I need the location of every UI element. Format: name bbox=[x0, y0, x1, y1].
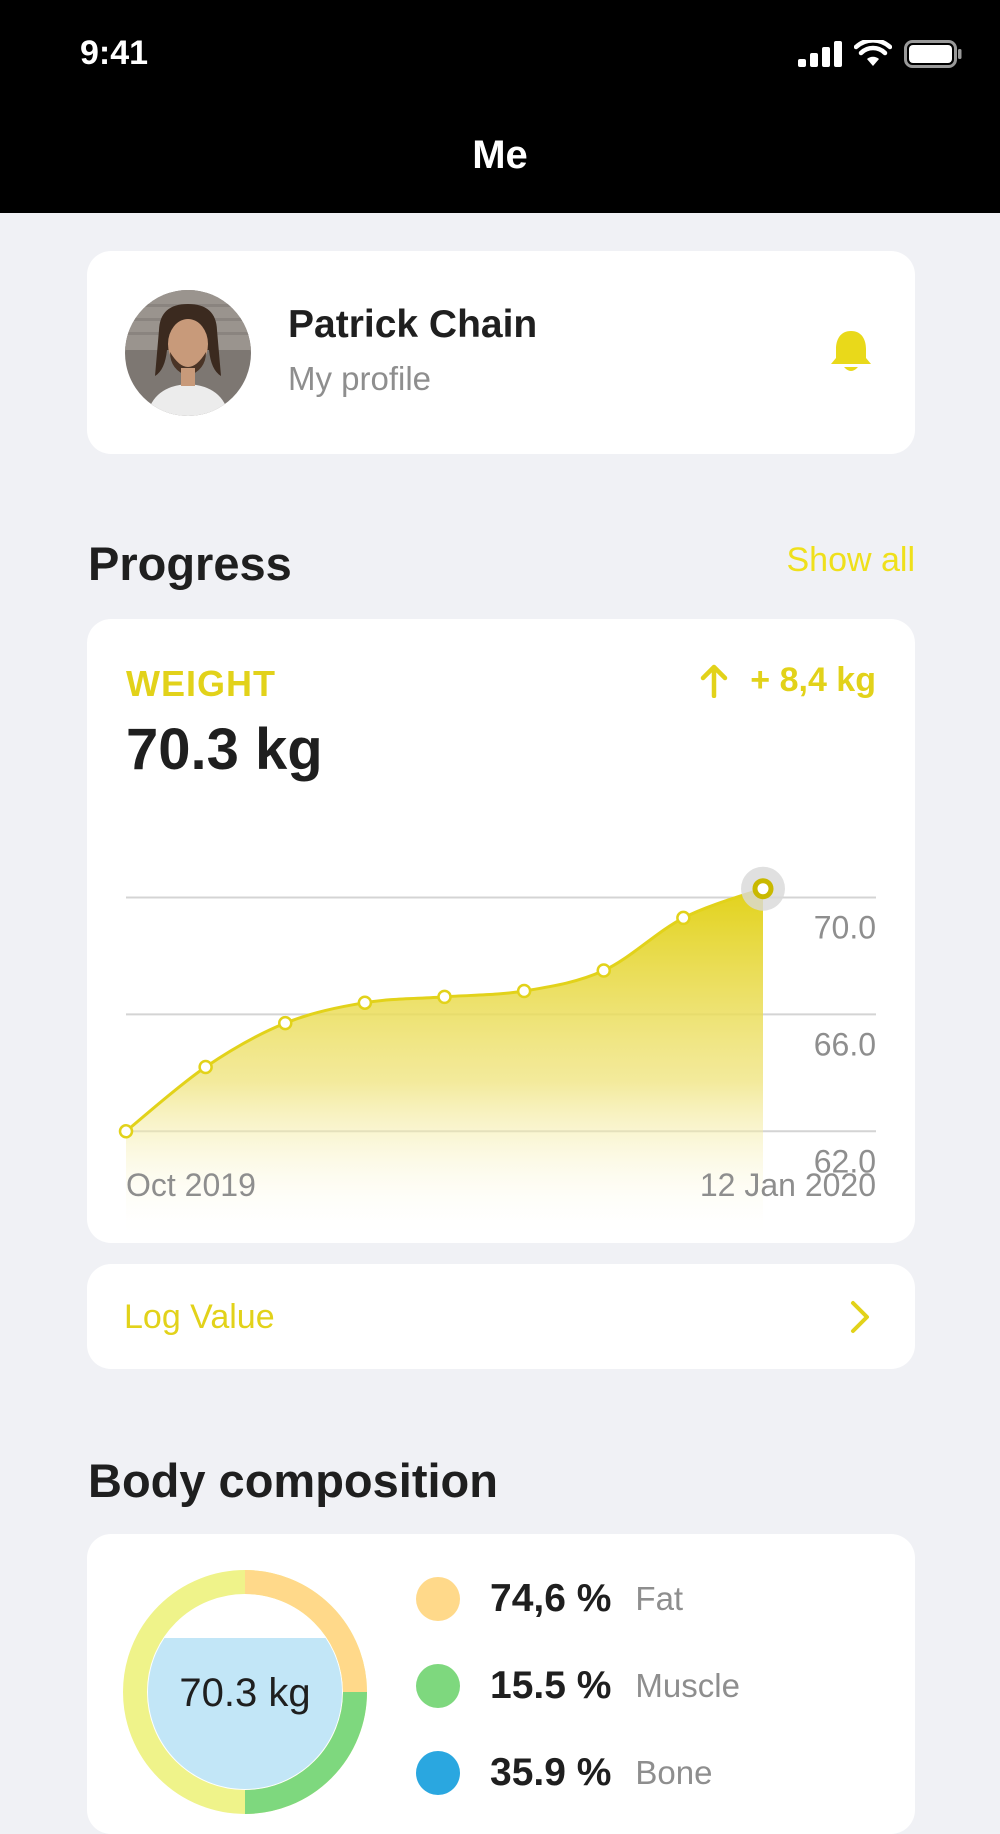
battery-icon bbox=[904, 40, 962, 68]
log-value-label: Log Value bbox=[124, 1298, 275, 1336]
legend-dot-fat bbox=[416, 1577, 460, 1621]
legend-pct-fat: 74,6 % bbox=[490, 1577, 612, 1620]
legend-row-bone: 35.9 % Bone bbox=[416, 1751, 713, 1795]
avatar bbox=[125, 290, 251, 416]
legend-dot-bone bbox=[416, 1751, 460, 1795]
log-value-button[interactable]: Log Value bbox=[87, 1264, 915, 1369]
data-point bbox=[198, 1059, 213, 1075]
data-point bbox=[516, 983, 532, 999]
y-tick-label: 70.0 bbox=[814, 909, 876, 945]
bell-icon[interactable] bbox=[829, 329, 873, 375]
progress-title: Progress bbox=[88, 537, 292, 590]
page-title: Me bbox=[472, 133, 528, 177]
composition-donut: 70.3 kg bbox=[123, 1570, 367, 1814]
profile-name: Patrick Chain bbox=[288, 303, 538, 346]
data-point bbox=[118, 1124, 134, 1139]
donut-total: 70.3 kg bbox=[179, 1671, 310, 1715]
legend-dot-muscle bbox=[416, 1664, 460, 1708]
wifi-icon bbox=[854, 40, 892, 66]
profile-subtitle: My profile bbox=[288, 360, 432, 397]
current-data-point[interactable] bbox=[752, 878, 774, 900]
legend-row-muscle: 15.5 % Muscle bbox=[416, 1664, 740, 1708]
profile-card[interactable]: Patrick Chain My profile bbox=[87, 251, 915, 454]
y-tick-label: 66.0 bbox=[814, 1026, 876, 1062]
legend-name-fat: Fat bbox=[635, 1580, 684, 1617]
data-point bbox=[357, 995, 373, 1010]
legend-pct-muscle: 15.5 % bbox=[490, 1664, 612, 1707]
show-all-link[interactable]: Show all bbox=[786, 541, 915, 580]
weight-chart-card[interactable]: WEIGHT + 8,4 kg 70.3 kg 70.0 66.0 62.0 Oct… bbox=[87, 619, 915, 1243]
legend-row-fat: 74,6 % Fat bbox=[416, 1577, 683, 1621]
status-time: 9:41 bbox=[80, 34, 149, 72]
data-point bbox=[596, 963, 611, 978]
signal-icon bbox=[798, 41, 842, 67]
end-date: 12 Jan 2020 bbox=[699, 1167, 876, 1203]
status-icons bbox=[798, 40, 962, 68]
legend-pct-bone: 35.9 % bbox=[490, 1751, 612, 1794]
data-point bbox=[676, 910, 691, 926]
data-point bbox=[437, 989, 452, 1005]
start-date: Oct 2019 bbox=[126, 1167, 256, 1203]
legend-name-bone: Bone bbox=[635, 1754, 713, 1791]
data-point bbox=[278, 1015, 293, 1031]
weight-area-chart: 70.066.062.0 bbox=[118, 866, 876, 1239]
body-composition-card[interactable]: 70.3 kg 74,6 % Fat 15.5 % Muscle 35.9 % … bbox=[87, 1534, 915, 1834]
header-bar: 9:41 Me bbox=[0, 0, 1000, 213]
legend-name-muscle: Muscle bbox=[635, 1667, 740, 1704]
chevron-right-icon bbox=[851, 1301, 869, 1333]
body-composition-title: Body composition bbox=[88, 1454, 498, 1507]
